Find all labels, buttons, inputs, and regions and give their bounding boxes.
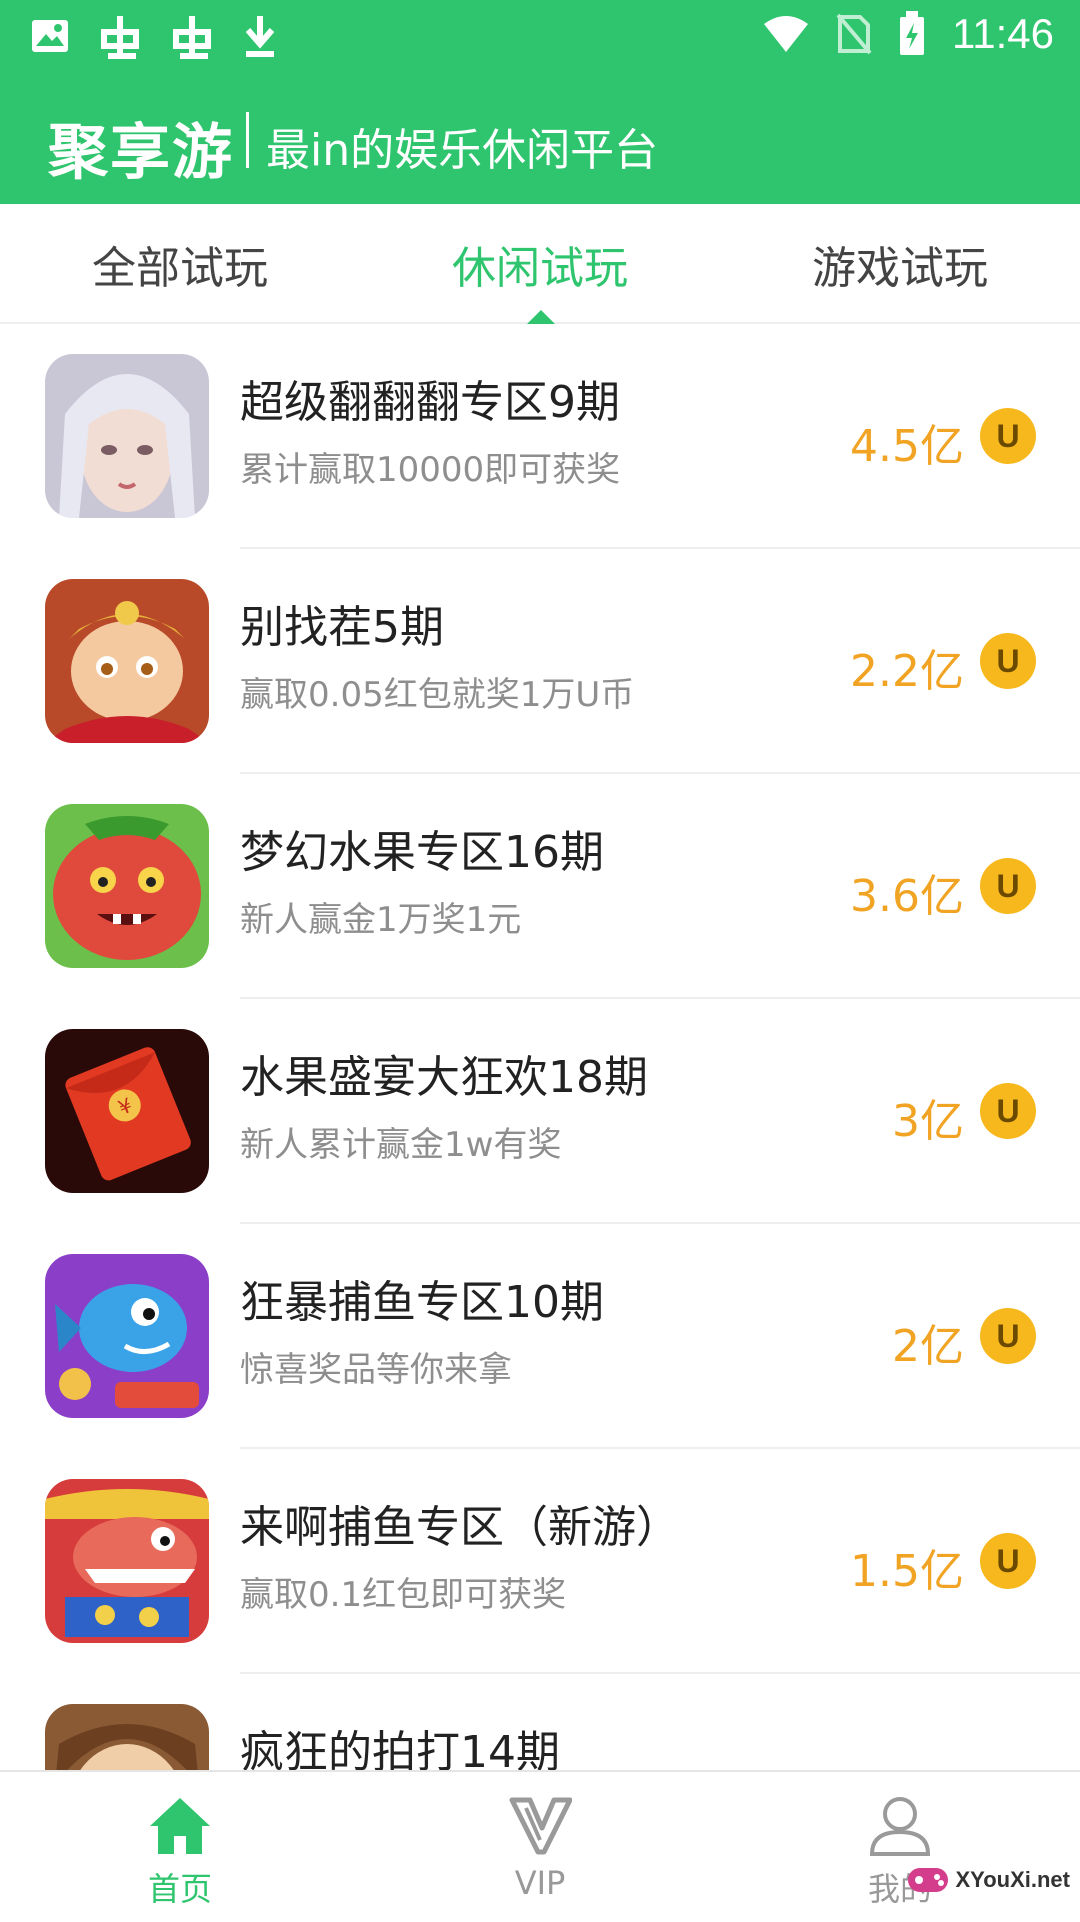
character-icon xyxy=(45,1704,209,1770)
tab-all-trials[interactable]: 全部试玩 xyxy=(0,232,360,296)
item-amount: 2亿 xyxy=(892,1321,964,1372)
monkey-king-icon xyxy=(45,579,209,743)
u-coin-icon: U xyxy=(980,1308,1036,1364)
app-header: 聚享游 最in的娱乐休闲平台 xyxy=(0,76,1080,204)
list-item[interactable]: 梦幻水果专区16期 新人赢金1万奖1元 3.6亿 U xyxy=(0,774,1080,999)
nav-home-label: 首页 xyxy=(147,1870,212,1908)
active-tab-indicator xyxy=(527,310,555,324)
list-item[interactable]: ¥ 水果盛宴大狂欢18期 新人累计赢金1w有奖 3亿 U xyxy=(0,999,1080,1224)
brand-title: 聚享游 xyxy=(48,118,234,188)
u-coin-icon: U xyxy=(980,858,1036,914)
u-coin-icon: U xyxy=(980,1533,1036,1589)
fairy-portrait-icon xyxy=(45,354,209,518)
battery-icon xyxy=(900,11,924,55)
item-subtitle: 新人累计赢金1w有奖 xyxy=(240,1125,562,1165)
item-amount: 3.6亿 xyxy=(850,871,964,922)
item-subtitle: 赢取0.05红包就奖1万U币 xyxy=(240,675,635,715)
watermark-text: XYouXi.net xyxy=(955,1867,1071,1892)
item-title: 狂暴捕鱼专区10期 xyxy=(240,1277,604,1328)
item-title: 超级翻翻翻专区9期 xyxy=(240,377,620,428)
tab-game-trials[interactable]: 游戏试玩 xyxy=(720,232,1080,296)
shark-icon xyxy=(45,1479,209,1643)
item-subtitle: 赢取0.1红包即可获奖 xyxy=(240,1575,567,1615)
u-coin-icon: U xyxy=(980,1083,1036,1139)
app-notification-icon-2 xyxy=(173,16,211,59)
list-item[interactable]: 狂暴捕鱼专区10期 惊喜奖品等你来拿 2亿 U xyxy=(0,1224,1080,1449)
item-title: 梦幻水果专区16期 xyxy=(240,827,604,878)
list-item[interactable]: 疯狂的拍打14期 xyxy=(0,1674,1080,1770)
category-tabs: 全部试玩 休闲试玩 游戏试玩 xyxy=(0,204,1080,324)
item-title: 疯狂的拍打14期 xyxy=(240,1727,560,1770)
item-amount: 1.5亿 xyxy=(850,1546,964,1597)
bottom-navigation: 首页 VIP 我的 xyxy=(0,1770,1080,1922)
list-item[interactable]: 来啊捕鱼专区（新游） 赢取0.1红包即可获奖 1.5亿 U xyxy=(0,1449,1080,1674)
item-amount: 3亿 xyxy=(892,1096,964,1147)
wifi-icon xyxy=(764,16,808,52)
clock: 11:46 xyxy=(952,10,1054,57)
u-coin-icon: U xyxy=(980,408,1036,464)
vip-icon xyxy=(509,1797,572,1855)
gamepad-icon xyxy=(907,1868,948,1892)
blue-fish-icon xyxy=(45,1254,209,1418)
item-subtitle: 累计赢取10000即可获奖 xyxy=(240,450,621,490)
download-icon xyxy=(245,16,275,57)
item-amount: 4.5亿 xyxy=(850,421,964,472)
no-sim-icon xyxy=(836,13,872,55)
header-divider xyxy=(246,112,249,168)
image-notification-icon xyxy=(32,20,68,52)
status-bar: 11:46 xyxy=(0,0,1080,76)
nav-vip-label: VIP xyxy=(514,1864,566,1902)
notification-icons xyxy=(30,12,278,60)
item-subtitle: 惊喜奖品等你来拿 xyxy=(240,1350,512,1390)
system-icons: 11:46 xyxy=(762,10,1054,58)
user-icon xyxy=(869,1797,931,1856)
item-amount: 2.2亿 xyxy=(850,646,964,697)
brand-slogan: 最in的娱乐休闲平台 xyxy=(266,125,659,176)
nav-home[interactable]: 首页 xyxy=(0,1772,360,1922)
nav-vip[interactable]: VIP xyxy=(360,1772,720,1922)
nav-mine[interactable]: 我的 xyxy=(720,1772,1080,1922)
list-item[interactable]: 超级翻翻翻专区9期 累计赢取10000即可获奖 4.5亿 U xyxy=(0,324,1080,549)
item-title: 别找茬5期 xyxy=(240,602,444,653)
app-notification-icon xyxy=(101,16,139,59)
item-title: 来啊捕鱼专区（新游） xyxy=(240,1502,680,1553)
item-title: 水果盛宴大狂欢18期 xyxy=(240,1052,648,1103)
trial-list: 超级翻翻翻专区9期 累计赢取10000即可获奖 4.5亿 U 别找茬5期 赢取0… xyxy=(0,324,1080,1770)
list-item[interactable]: 别找茬5期 赢取0.05红包就奖1万U币 2.2亿 U xyxy=(0,549,1080,774)
item-subtitle: 新人赢金1万奖1元 xyxy=(240,900,522,940)
site-watermark: XYouXi.net xyxy=(906,1862,1071,1898)
u-coin-icon: U xyxy=(980,633,1036,689)
fruit-monster-icon xyxy=(45,804,209,968)
red-envelope-icon: ¥ xyxy=(45,1029,209,1193)
tab-casual-trials[interactable]: 休闲试玩 xyxy=(360,232,720,296)
home-icon xyxy=(150,1798,210,1854)
